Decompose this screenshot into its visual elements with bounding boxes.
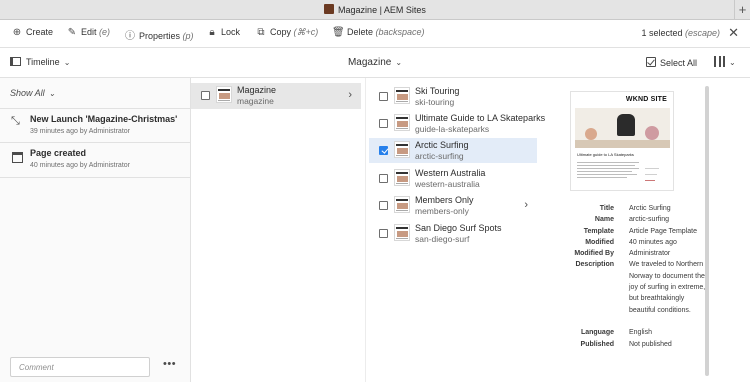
list-item[interactable]: Western Australia western-australia bbox=[369, 166, 537, 191]
page-thumbnail bbox=[394, 224, 410, 241]
preview-panel: WKND SITE Ultimate guide to LA Skatepark… bbox=[552, 78, 750, 382]
page-thumbnail bbox=[394, 87, 410, 104]
page-thumbnail bbox=[394, 141, 410, 158]
timeline-item[interactable]: ⤡ New Launch 'Magazine-Christmas' 39 min… bbox=[0, 108, 190, 143]
row-checkbox[interactable] bbox=[379, 92, 388, 101]
preview-headline: Ultimate guide to LA Skateparks bbox=[577, 152, 634, 157]
page-preview-thumbnail: WKND SITE Ultimate guide to LA Skatepark… bbox=[570, 91, 674, 191]
plus-circle-icon: ⊕ bbox=[12, 27, 22, 38]
copy-button[interactable]: ⧉ Copy (⌘+c) bbox=[255, 27, 318, 38]
timeline-item[interactable]: Page created 40 minutes ago by Administr… bbox=[0, 143, 190, 178]
chevron-down-icon: ⌄ bbox=[48, 89, 56, 98]
meta-name: arctic-surfing bbox=[629, 216, 670, 224]
preview-logo: WKND SITE bbox=[625, 96, 667, 103]
meta-published: Not published bbox=[629, 340, 672, 348]
select-all-button[interactable]: Select All bbox=[646, 57, 697, 68]
preview-hero-image bbox=[575, 108, 670, 148]
row-checkbox[interactable] bbox=[379, 201, 388, 210]
lock-button[interactable]: 🔒︎ Lock bbox=[206, 27, 240, 38]
list-item[interactable]: San Diego Surf Spots san-diego-surf bbox=[369, 221, 537, 246]
window-title-text: Magazine | AEM Sites bbox=[338, 5, 426, 15]
trash-icon: 🗑︎ bbox=[332, 27, 345, 38]
select-all-icon bbox=[646, 57, 656, 67]
create-button[interactable]: ⊕ Create bbox=[11, 27, 53, 38]
aem-favicon-icon bbox=[324, 4, 335, 14]
list-item-selected[interactable]: Arctic Surfing arctic-surfing bbox=[369, 138, 537, 163]
row-checkbox[interactable] bbox=[201, 91, 210, 100]
chevron-right-icon: › bbox=[524, 199, 528, 211]
page-thumbnail bbox=[216, 86, 232, 103]
browser-tab-bar: Magazine | AEM Sites + bbox=[0, 0, 750, 20]
more-options-button[interactable]: ••• bbox=[163, 358, 176, 370]
list-item[interactable]: Ski Touring ski-touring bbox=[369, 84, 537, 109]
comment-input[interactable]: Comment bbox=[10, 357, 150, 377]
meta-modified-by: Administrator bbox=[629, 250, 671, 258]
chevron-right-icon: › bbox=[348, 89, 352, 101]
meta-template: Article Page Template bbox=[629, 227, 697, 235]
metadata-values: Arctic Surfing arctic-surfing Article Pa… bbox=[629, 203, 707, 350]
selection-count: 1 selected (escape) bbox=[641, 28, 720, 38]
meta-title: Arctic Surfing bbox=[629, 205, 671, 212]
row-checkbox[interactable] bbox=[379, 229, 388, 238]
list-item[interactable]: Members Only members-only › bbox=[369, 193, 537, 218]
page-icon bbox=[12, 152, 23, 163]
breadcrumb[interactable]: Magazine ⌄ bbox=[0, 57, 750, 68]
pencil-icon: ✎ bbox=[67, 27, 77, 38]
close-selection-icon[interactable]: ✕ bbox=[728, 25, 739, 41]
column-view-icon bbox=[714, 56, 725, 67]
meta-language: English bbox=[629, 329, 652, 337]
edit-button[interactable]: ✎ Edit (e) bbox=[66, 27, 110, 38]
view-bar: Timeline ⌄ Magazine ⌄ Select All ⌄ bbox=[0, 48, 750, 78]
row-checkbox[interactable] bbox=[379, 119, 388, 128]
chevron-down-icon: ⌄ bbox=[729, 58, 736, 67]
action-bar: ⊕ Create ✎ Edit (e) ⓘ Properties (p) 🔒︎ Lock… bbox=[0, 20, 750, 48]
page-thumbnail bbox=[394, 169, 410, 186]
column-view-children: Ski Touring ski-touring Ultimate Guide t… bbox=[366, 78, 552, 382]
view-switcher[interactable]: ⌄ bbox=[714, 56, 736, 67]
list-item[interactable]: Ultimate Guide to LA Skateparks guide-la… bbox=[369, 111, 545, 136]
meta-description: We traveled to Northern Norway to docume… bbox=[629, 261, 706, 314]
lock-icon: 🔒︎ bbox=[209, 27, 215, 38]
metadata-keys: Title Name Template Modified Modified By… bbox=[574, 205, 614, 348]
column-view-root: Magazine magazine › bbox=[191, 78, 366, 382]
meta-modified: 40 minutes ago bbox=[629, 238, 677, 246]
info-icon: ⓘ bbox=[125, 31, 135, 42]
row-checkbox[interactable] bbox=[379, 174, 388, 183]
timeline-filter[interactable]: Show All ⌄ bbox=[10, 88, 55, 98]
list-item[interactable]: Magazine magazine › bbox=[191, 83, 361, 109]
copy-icon: ⧉ bbox=[257, 27, 265, 38]
launch-icon: ⤡ bbox=[11, 115, 20, 127]
page-thumbnail bbox=[394, 114, 410, 131]
scrollbar[interactable] bbox=[705, 86, 709, 376]
chevron-down-icon: ⌄ bbox=[395, 58, 403, 67]
row-checkbox-checked[interactable] bbox=[379, 146, 388, 155]
page-thumbnail bbox=[394, 196, 410, 213]
properties-button[interactable]: ⓘ Properties (p) bbox=[124, 27, 194, 42]
delete-button[interactable]: 🗑︎ Delete (backspace) bbox=[332, 27, 425, 38]
window-title: Magazine | AEM Sites bbox=[0, 4, 750, 15]
new-tab-button[interactable]: + bbox=[734, 0, 750, 20]
timeline-rail: Show All ⌄ ⤡ New Launch 'Magazine-Christm… bbox=[0, 78, 191, 382]
